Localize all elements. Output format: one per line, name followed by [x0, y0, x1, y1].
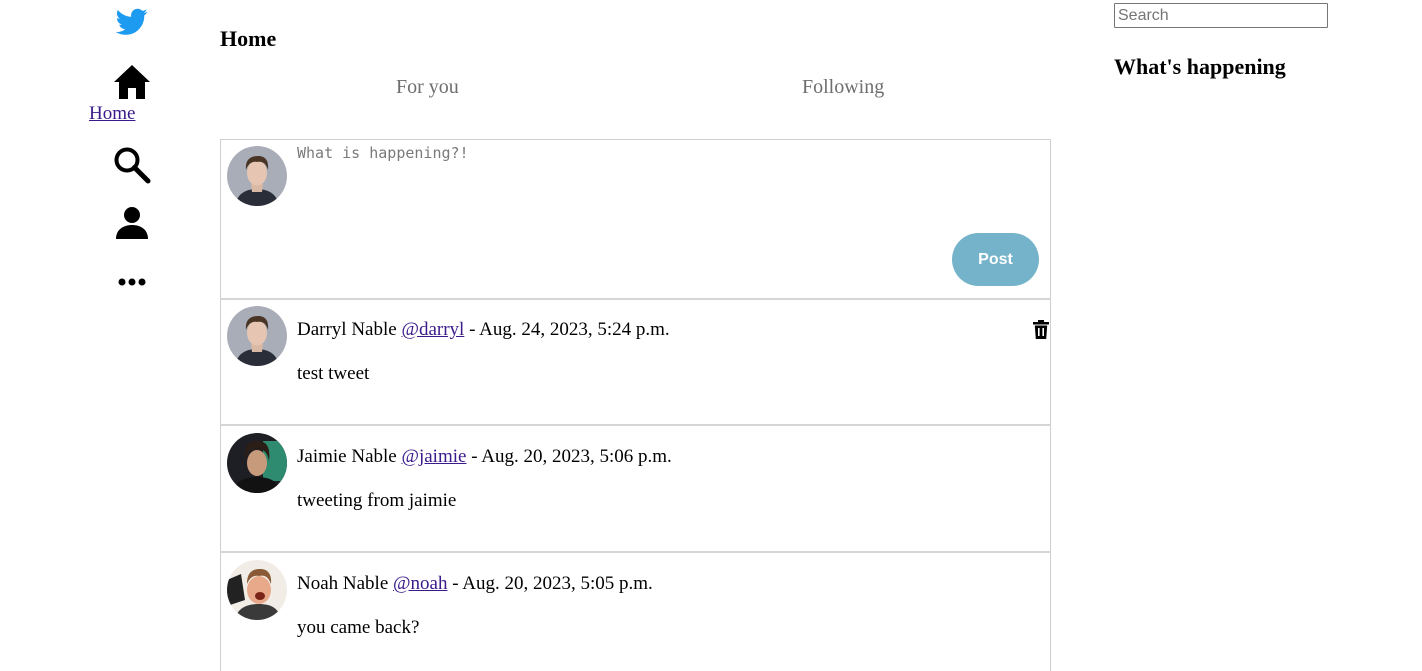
twitter-bird-icon[interactable] [116, 8, 148, 36]
tweet-author-handle[interactable]: @jaimie [401, 446, 466, 467]
page-title: Home [220, 26, 277, 51]
tab-for-you[interactable]: For you [396, 76, 459, 99]
tweet-item: Noah Nable @noah - Aug. 20, 2023, 5:05 p… [220, 553, 1051, 671]
main-feed: Home For you Following Post Darry [220, 0, 1051, 671]
tweet-header: Jaimie Nable @jaimie - Aug. 20, 2023, 5:… [297, 446, 672, 468]
tweet-author-name: Noah Nable [297, 573, 389, 594]
avatar[interactable] [227, 306, 287, 366]
home-icon[interactable] [112, 64, 152, 100]
whats-happening-heading: What's happening [1114, 54, 1286, 79]
tweet-separator: - [466, 446, 482, 467]
avatar[interactable] [227, 146, 287, 206]
nav-home-link[interactable]: Home [89, 103, 135, 125]
tab-following[interactable]: Following [802, 76, 884, 99]
tweet-text: test tweet [297, 363, 370, 384]
tweet-separator: - [464, 319, 480, 340]
tweet-timestamp: Aug. 20, 2023, 5:05 p.m. [462, 573, 653, 594]
search-icon[interactable] [113, 146, 151, 184]
more-icon[interactable] [117, 276, 147, 288]
tweet-item: Jaimie Nable @jaimie - Aug. 20, 2023, 5:… [220, 426, 1051, 553]
right-sidebar: What's happening [1114, 0, 1414, 671]
tweet-item: Darryl Nable @darryl - Aug. 24, 2023, 5:… [220, 299, 1051, 426]
avatar[interactable] [227, 560, 287, 620]
tweet-author-handle[interactable]: @noah [393, 573, 447, 594]
tweet-author-name: Darryl Nable [297, 319, 397, 340]
left-sidebar: Home [0, 0, 200, 671]
avatar[interactable] [227, 433, 287, 493]
tweet-text: tweeting from jaimie [297, 490, 457, 511]
search-input[interactable] [1114, 3, 1328, 28]
tweet-timestamp: Aug. 20, 2023, 5:06 p.m. [481, 446, 672, 467]
tweet-header: Noah Nable @noah - Aug. 20, 2023, 5:05 p… [297, 573, 653, 595]
page: Home Home For you Following What is happ… [0, 0, 1422, 671]
profile-icon[interactable] [115, 206, 149, 240]
tweet-header: Darryl Nable @darryl - Aug. 24, 2023, 5:… [297, 319, 670, 341]
compose-tweet-input[interactable] [297, 144, 997, 204]
tweet-text: you came back? [297, 617, 420, 638]
tweet-author-handle[interactable]: @darryl [401, 319, 464, 340]
tweet-author-name: Jaimie Nable [297, 446, 397, 467]
tweet-separator: - [447, 573, 463, 594]
post-button[interactable]: Post [952, 233, 1039, 286]
tweet-composer: Post [220, 139, 1051, 300]
tweet-timestamp: Aug. 24, 2023, 5:24 p.m. [479, 319, 670, 340]
trash-icon[interactable] [1033, 320, 1049, 339]
